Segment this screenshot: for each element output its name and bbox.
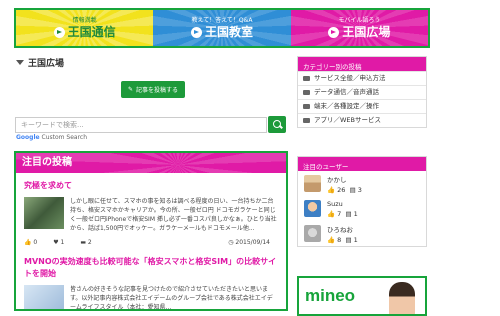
google-logo: Google	[16, 134, 40, 141]
nav-banner-sub: 情報満載	[72, 16, 97, 24]
avatar	[304, 175, 321, 192]
folder-icon	[303, 118, 310, 123]
avatar	[304, 200, 321, 217]
user-stats: 👍 26 ▤ 3	[327, 185, 362, 194]
folder-icon	[303, 104, 310, 109]
user-item[interactable]: Suzu 👍 7 ▤ 1	[298, 196, 426, 221]
post-body: 皆さんの好きそうな記事を見つけたので紹介させていただきたいと思います。以外記事内…	[16, 280, 286, 311]
arrow-circle-icon	[190, 26, 202, 38]
category-item[interactable]: アプリ／WEBサービス	[298, 113, 426, 127]
post-body: しかし眼に任せて、スマホの事を知るは調べる程度の日い、一台持ちか二台持ち、格安ス…	[16, 191, 286, 233]
category-panel: カテゴリー別の投稿 サービス全般／申込方法 データ通信／音声通話 端末／各種設定…	[297, 56, 427, 128]
like-count[interactable]: 👍 0	[24, 239, 45, 246]
folder-icon	[303, 90, 310, 95]
nav-banner-hiroba[interactable]: モバイル語ろう 王国広場	[290, 10, 428, 46]
featured-users-panel: 注目のユーザー かかし 👍 26 ▤ 3 Suzu 👍 7 ▤ 1 ひろねお 👍…	[297, 156, 427, 247]
ad-person-image	[389, 282, 415, 314]
nav-banner-tsushin[interactable]: 情報満載 王国通信	[16, 10, 154, 46]
google-custom-search-label: Google Custom Search	[16, 134, 88, 141]
category-item[interactable]: 端末／各種設定／操作	[298, 99, 426, 113]
user-stats: 👍 7 ▤ 1	[327, 209, 358, 218]
post-article-label: 記事を投稿する	[136, 87, 179, 94]
filter-icon	[16, 60, 24, 65]
post-title[interactable]: 究極を求めて	[16, 173, 286, 191]
arrow-circle-icon	[53, 26, 65, 38]
post-excerpt: 皆さんの好きそうな記事を見つけたので紹介させていただきたいと思います。以外記事内…	[70, 286, 273, 311]
nav-banner-sub: モバイル語ろう	[338, 16, 381, 24]
top-nav-banners: 情報満載 王国通信 教えて！答えて！Q&A 王国教室 モバイル語ろう 王国広場	[14, 8, 430, 48]
user-stats: 👍 8 ▤ 1	[327, 235, 358, 244]
featured-users-heading: 注目のユーザー	[298, 157, 426, 171]
heart-count[interactable]: ♥ 1	[53, 239, 72, 246]
user-item[interactable]: かかし 👍 26 ▤ 3	[298, 171, 426, 196]
mineo-ad-banner[interactable]: mineo	[297, 276, 427, 316]
post-article-button[interactable]: ✎ 記事を投稿する	[121, 81, 185, 98]
post-thumbnail[interactable]	[24, 197, 64, 229]
featured-posts-panel: 注目の投稿 究極を求めて しかし眼に任せて、スマホの事を知るは調べる程度の日い、…	[14, 151, 288, 311]
category-item[interactable]: データ通信／音声通話	[298, 85, 426, 99]
nav-banner-kyoshitsu[interactable]: 教えて！答えて！Q&A 王国教室	[153, 10, 291, 46]
nav-banner-label: 王国教室	[204, 24, 253, 39]
search-input[interactable]: キーワードで検索...	[15, 117, 267, 133]
category-item[interactable]: サービス全般／申込方法	[298, 71, 426, 85]
page-title-text: 王国広場	[28, 59, 65, 69]
featured-posts-heading: 注目の投稿	[22, 157, 72, 168]
arrow-circle-icon	[328, 26, 340, 38]
page-title: 王国広場	[16, 56, 64, 69]
user-item[interactable]: ひろねお 👍 8 ▤ 1	[298, 221, 426, 246]
avatar	[304, 225, 321, 242]
post-thumbnail[interactable]	[24, 285, 64, 309]
nav-banner-label: 王国通信	[67, 24, 116, 39]
pencil-icon: ✎	[127, 86, 133, 93]
post-title[interactable]: MVNOの実効速度も比較可能な「格安スマホと格安SIM」の比較サイトを開始	[16, 246, 286, 280]
post-excerpt: しかし眼に任せて、スマホの事を知るは調べる程度の日い、一台持ちか二台持ち、格安ス…	[70, 198, 277, 232]
mineo-logo: mineo	[305, 286, 356, 305]
category-heading: カテゴリー別の投稿	[298, 57, 426, 71]
comment-count[interactable]: ▬ 2	[80, 239, 99, 246]
featured-posts-header: 注目の投稿	[16, 153, 286, 173]
nav-banner-label: 王国広場	[342, 24, 391, 39]
nav-banner-sub: 教えて！答えて！Q&A	[191, 16, 253, 24]
folder-icon	[303, 76, 310, 81]
post-date: ◷ 2015/09/14	[228, 239, 270, 246]
post-meta: 👍 0 ♥ 1 ▬ 2 ◷ 2015/09/14	[16, 233, 286, 246]
search-button[interactable]	[268, 116, 286, 133]
